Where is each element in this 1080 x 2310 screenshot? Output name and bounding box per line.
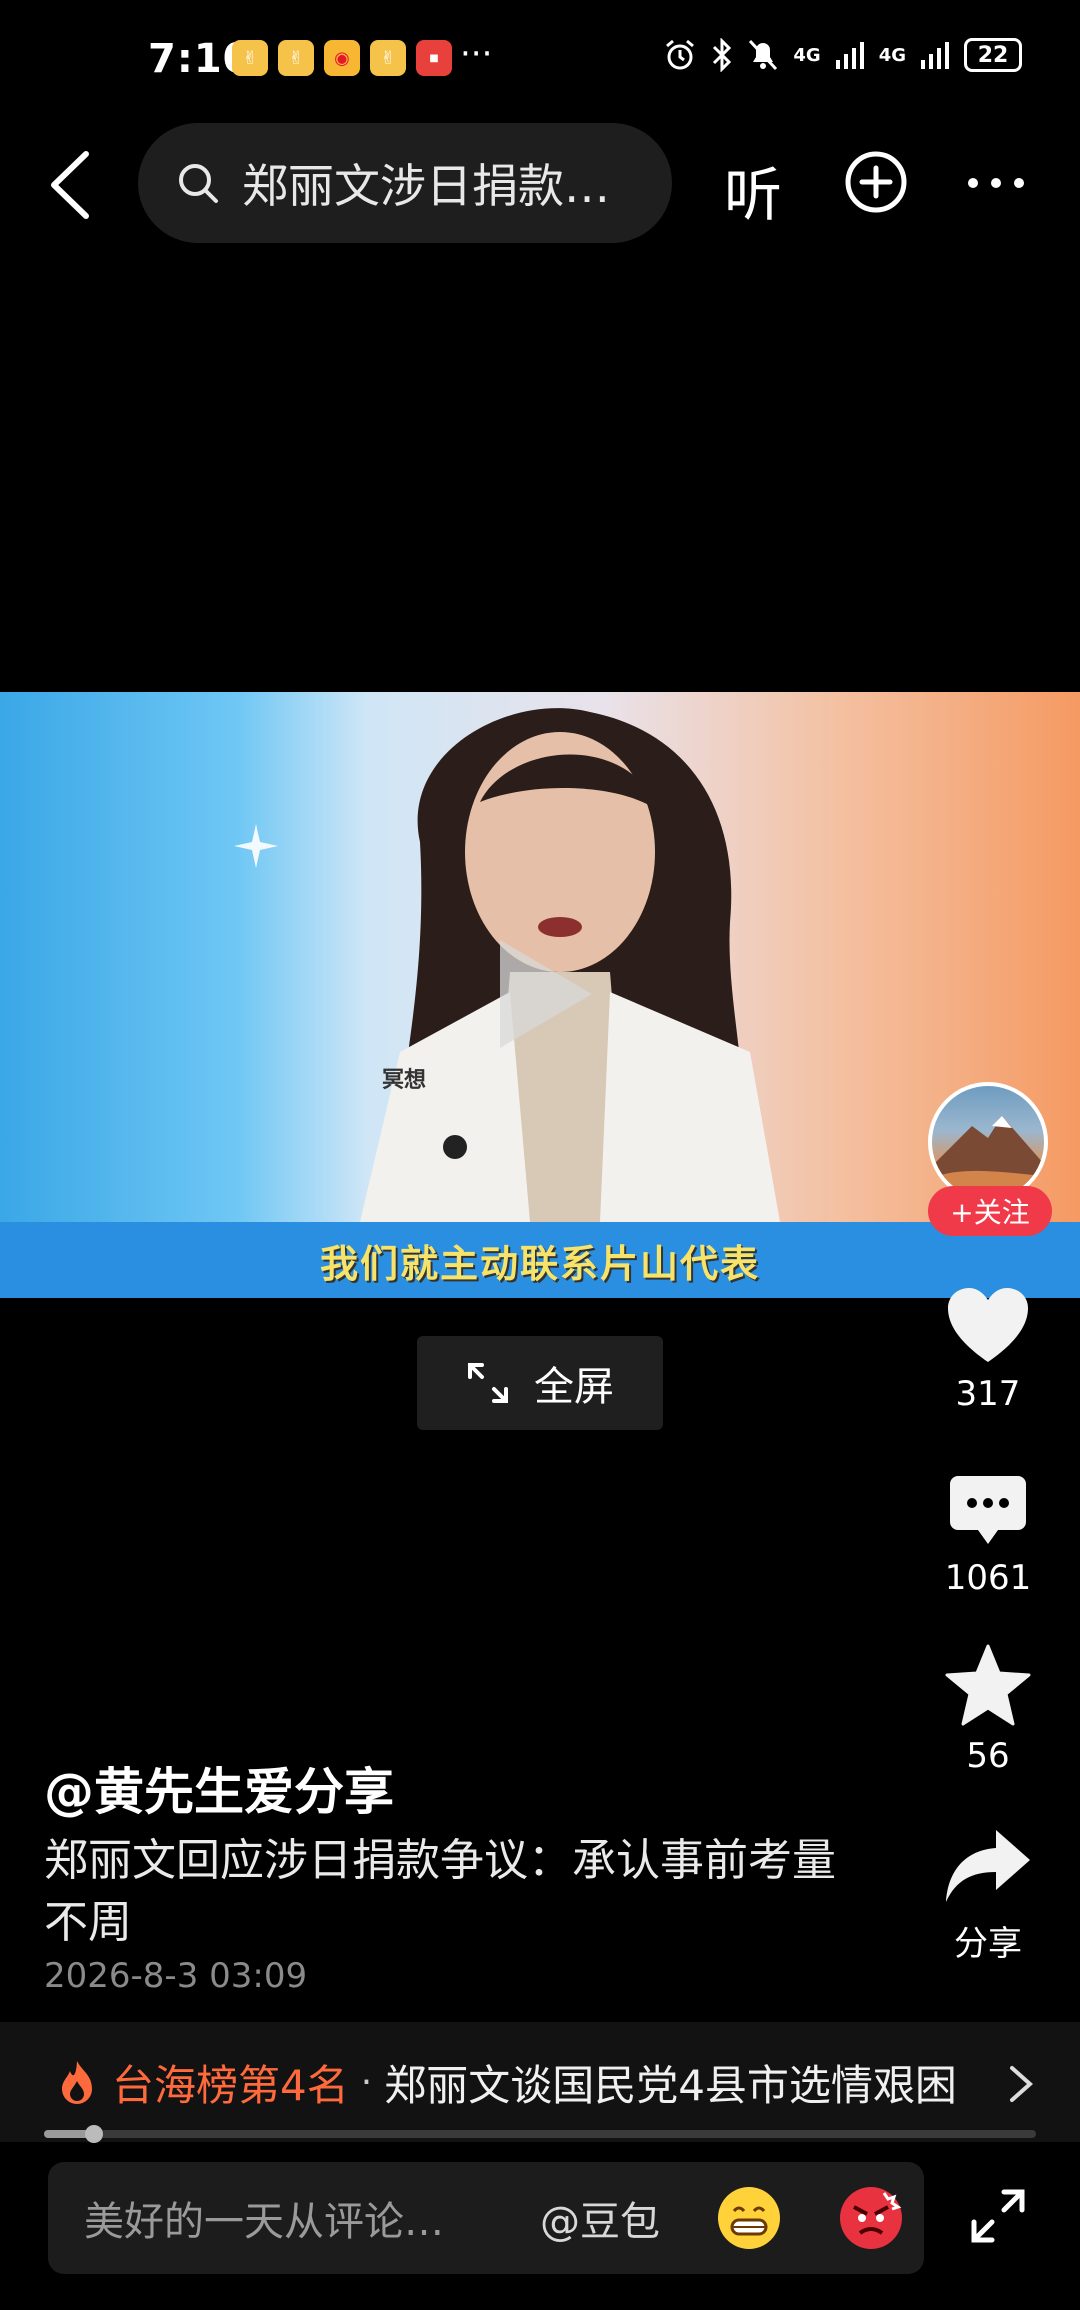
back-button[interactable] xyxy=(46,150,96,220)
status-right-icons: 4G 4G 22 xyxy=(663,38,1022,72)
mention-doubao-button[interactable]: @豆包 xyxy=(540,2189,660,2247)
listen-button[interactable]: 听 xyxy=(724,148,782,232)
share-button[interactable]: 分享 xyxy=(928,1826,1048,1965)
network-label-2: 4G xyxy=(878,44,906,66)
favorite-count: 56 xyxy=(966,1736,1010,1776)
sparkle-icon xyxy=(234,824,278,868)
mute-icon xyxy=(749,39,778,71)
post-description: 郑丽文回应涉日捐款争议：承认事前考量不周 xyxy=(44,1835,836,1948)
weibo-icon: ◉ xyxy=(324,40,360,76)
signal-icon xyxy=(921,42,949,69)
video-corner-text: 冥想 xyxy=(382,1068,427,1093)
chevron-right-icon[interactable] xyxy=(1008,2064,1034,2104)
grin-emoji-icon[interactable] xyxy=(718,2187,780,2249)
comment-count: 1061 xyxy=(944,1558,1032,1598)
fullscreen-button[interactable]: 全屏 xyxy=(417,1336,663,1430)
alarm-icon xyxy=(666,39,695,70)
search-query-text: 郑丽文涉日捐款… xyxy=(242,159,610,213)
hot-rank: 台海榜第4名 xyxy=(112,2060,349,2110)
share-label: 分享 xyxy=(954,1924,1022,1964)
vivo-app-icon: ✌ xyxy=(278,40,314,76)
angry-emoji-icon[interactable] xyxy=(840,2187,902,2249)
signal-icon xyxy=(835,42,864,69)
network-label-1: 4G xyxy=(793,44,821,66)
follow-button[interactable]: +关注 xyxy=(928,1186,1052,1236)
comment-button[interactable]: 1061 xyxy=(928,1474,1048,1598)
battery-indicator: 22 xyxy=(964,38,1022,72)
like-button[interactable]: 317 xyxy=(928,1286,1048,1414)
huawei-icon: ■ xyxy=(416,40,452,76)
video-caption-bar: 我们就主动联系片山代表 xyxy=(0,1222,1080,1298)
fire-icon xyxy=(62,2061,92,2104)
video-caption: 我们就主动联系片山代表 xyxy=(319,1241,760,1286)
heart-icon xyxy=(948,1288,1028,1362)
expand-icon[interactable] xyxy=(968,2186,1028,2246)
bluetooth-icon xyxy=(713,38,732,72)
more-options-button[interactable] xyxy=(966,176,1026,190)
author-name[interactable]: @黄先生爱分享 xyxy=(44,1752,394,1824)
post-date: 2026-8-3 03:09 xyxy=(44,1956,308,1996)
video-player[interactable]: 冥想 我们就主动联系片山代表 xyxy=(0,692,1080,1298)
status-app-icons: ✌ ✌ ◉ ✌ ■ xyxy=(232,40,452,76)
vivo-app-icon: ✌ xyxy=(232,40,268,76)
comment-icon xyxy=(950,1476,1026,1544)
like-count: 317 xyxy=(955,1374,1021,1414)
status-more-icon: ··· xyxy=(460,34,493,74)
comment-input[interactable]: 美好的一天从评论… @豆包 xyxy=(48,2162,924,2274)
add-button[interactable] xyxy=(844,150,908,214)
video-progress-track[interactable] xyxy=(44,2130,1036,2138)
vivo-app-icon: ✌ xyxy=(370,40,406,76)
favorite-button[interactable]: 56 xyxy=(928,1644,1048,1776)
hot-list-bar[interactable]: 台海榜第4名 · 郑丽文谈国民党4县市选情艰困 xyxy=(0,2022,1080,2142)
star-icon xyxy=(945,1644,1031,1726)
share-icon xyxy=(946,1830,1030,1902)
hot-separator: · xyxy=(360,2061,373,2103)
video-progress-handle[interactable] xyxy=(85,2125,103,2143)
comment-placeholder: 美好的一天从评论… xyxy=(84,2199,444,2245)
mountain-avatar-image xyxy=(932,1116,1044,1198)
search-box[interactable]: 郑丽文涉日捐款… xyxy=(138,123,672,243)
search-icon xyxy=(179,164,218,203)
fullscreen-icon xyxy=(468,1363,508,1403)
author-avatar[interactable] xyxy=(928,1082,1048,1202)
play-icon[interactable] xyxy=(492,934,602,1054)
hot-title: 郑丽文谈国民党4县市选情艰困 xyxy=(384,2060,957,2110)
fullscreen-label: 全屏 xyxy=(534,1364,614,1410)
